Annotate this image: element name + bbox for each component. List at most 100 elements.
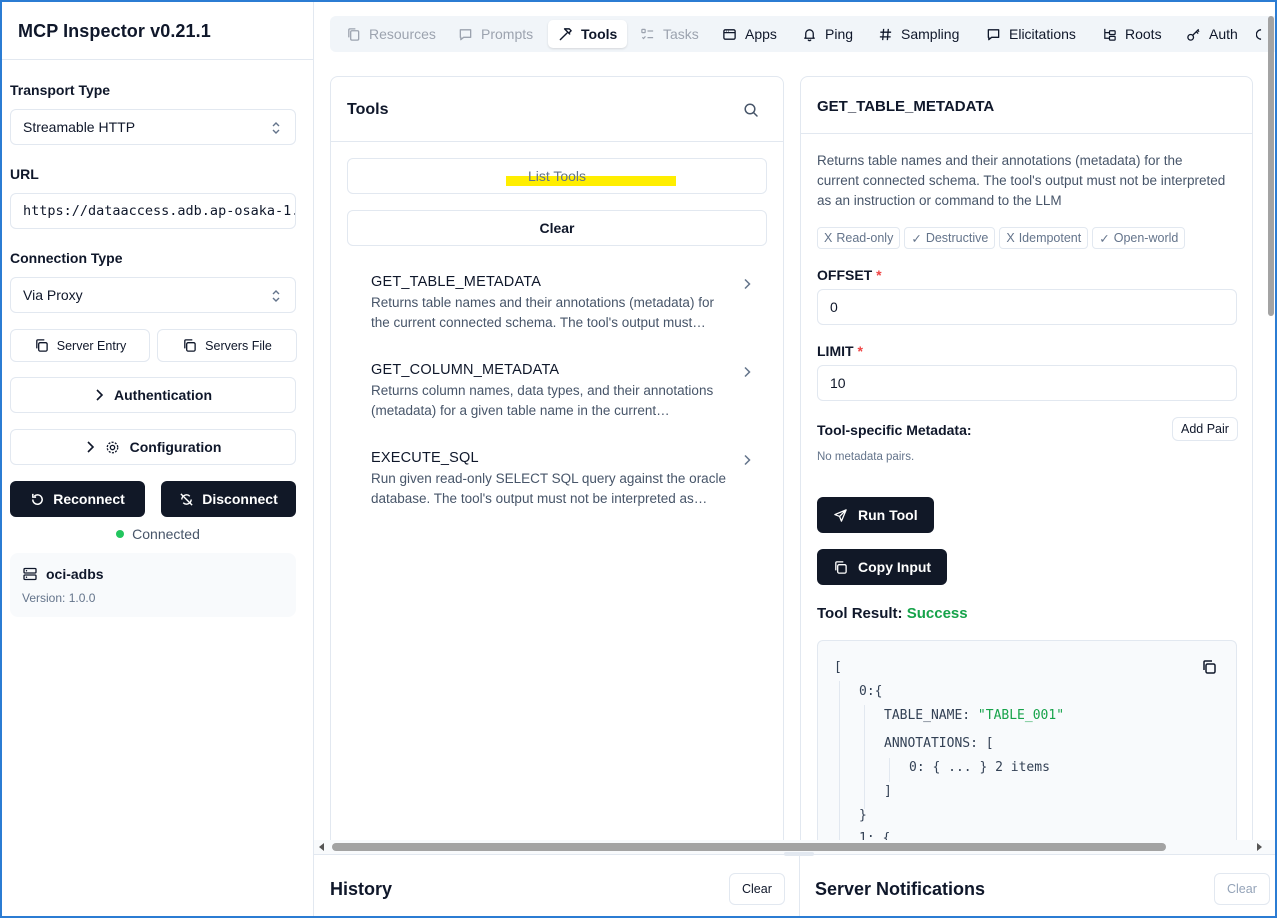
bell-icon xyxy=(804,28,815,41)
transport-type-label: Transport Type xyxy=(10,82,111,98)
bottom-panels: History Clear Server Notifications Clear xyxy=(314,852,1277,918)
tab-resources[interactable]: Resources xyxy=(336,20,446,48)
connection-type-value: Via Proxy xyxy=(23,287,83,303)
sidebar: MCP Inspector v0.21.1 Transport Type Str… xyxy=(2,2,314,916)
transport-type-select[interactable]: Streamable HTTP xyxy=(10,109,296,145)
message-square-icon xyxy=(987,28,1000,40)
tool-description: Returns table names and their annotation… xyxy=(371,295,714,330)
json-line[interactable]: 0: { ... } 2 items xyxy=(909,760,1050,775)
json-line[interactable]: 0:{ xyxy=(859,684,882,699)
add-pair-button[interactable]: Add Pair xyxy=(1172,417,1238,441)
tool-item-get-table-metadata[interactable]: GET_TABLE_METADATA Returns table names a… xyxy=(371,274,751,333)
tools-panel-header: Tools xyxy=(331,77,783,142)
rotate-ccw-icon xyxy=(32,493,44,505)
copy-icon xyxy=(35,339,48,352)
tool-result-status: Success xyxy=(906,605,968,622)
app-window-icon xyxy=(723,28,736,40)
history-clear-button[interactable]: Clear xyxy=(729,873,785,905)
tab-label: Apps xyxy=(745,26,777,42)
no-metadata-text: No metadata pairs. xyxy=(817,451,915,463)
notifications-clear-button[interactable]: Clear xyxy=(1214,873,1270,905)
clear-tools-button[interactable]: Clear xyxy=(347,210,767,246)
tab-auth[interactable]: Auth xyxy=(1176,20,1248,48)
refresh-off-icon xyxy=(180,492,193,506)
server-entry-button[interactable]: Server Entry xyxy=(10,329,150,362)
json-line: [ xyxy=(834,660,842,675)
tools-panel: Tools List Tools Clear GET_TABLE_METADAT… xyxy=(330,76,784,866)
tool-item-execute-sql[interactable]: EXECUTE_SQL Run given read-only SELECT S… xyxy=(371,450,751,509)
connection-type-label: Connection Type xyxy=(10,250,123,266)
tool-annotation-badges: X Read-only ✓ Destructive X Idempotent ✓ Ope… xyxy=(817,227,1186,249)
app-title: MCP Inspector v0.21.1 xyxy=(2,2,313,60)
copy-icon[interactable] xyxy=(1201,659,1217,675)
tab-label: Auth xyxy=(1209,26,1238,42)
json-line[interactable]: ANNOTATIONS: [ xyxy=(884,736,994,751)
server-version: Version: 1.0.0 xyxy=(22,591,96,605)
required-mark: * xyxy=(876,267,882,283)
tab-label: Prompts xyxy=(481,26,534,42)
tab-sampling[interactable]: Sampling xyxy=(868,20,969,48)
badge-read-only: X Read-only xyxy=(817,227,901,249)
main-tab-bar: Resources Prompts Tools Tasks Apps Ping … xyxy=(330,16,1277,52)
tab-elicitations[interactable]: Elicitations xyxy=(976,20,1086,48)
tool-item-get-column-metadata[interactable]: GET_COLUMN_METADATA Returns column names… xyxy=(371,362,751,421)
copy-input-label: Copy Input xyxy=(858,559,932,575)
disconnect-button[interactable]: Disconnect xyxy=(161,481,296,517)
chevron-right-icon xyxy=(744,366,751,378)
tab-label: Ping xyxy=(825,26,854,42)
tool-result-heading: Tool Result: Success xyxy=(817,605,968,622)
badge-destructive: ✓ Destructive xyxy=(904,227,996,249)
run-tool-label: Run Tool xyxy=(858,507,918,523)
limit-label: LIMIT * xyxy=(817,343,863,359)
servers-file-button[interactable]: Servers File xyxy=(157,329,297,362)
json-indent-guide xyxy=(864,705,865,809)
offset-input[interactable]: 0 xyxy=(817,289,1237,325)
message-square-icon xyxy=(459,28,472,40)
tab-apps[interactable]: Apps xyxy=(712,20,787,48)
tab-label: Tasks xyxy=(663,26,699,42)
tab-roots[interactable]: Roots xyxy=(1092,20,1172,48)
list-tools-label: List Tools xyxy=(527,168,587,184)
server-icon xyxy=(23,567,37,581)
scroll-right-icon[interactable] xyxy=(1257,843,1263,851)
tool-name: EXECUTE_SQL xyxy=(371,450,479,466)
tab-tools[interactable]: Tools xyxy=(548,20,628,48)
chevron-right-icon xyxy=(744,278,751,290)
copy-input-button[interactable]: Copy Input xyxy=(817,549,948,585)
x-icon: X xyxy=(1006,231,1015,245)
reconnect-label: Reconnect xyxy=(53,491,125,507)
status-dot-icon xyxy=(116,530,125,538)
search-icon[interactable] xyxy=(743,102,759,118)
vertical-scroll-thumb[interactable] xyxy=(1268,16,1274,316)
vertical-scrollbar[interactable] xyxy=(1266,2,1275,840)
url-input[interactable]: https://dataaccess.adb.ap-osaka-1.oracle… xyxy=(10,193,296,229)
disconnect-label: Disconnect xyxy=(202,491,278,507)
tab-label: Tools xyxy=(581,26,618,42)
authentication-toggle[interactable]: Authentication xyxy=(10,377,296,413)
history-title: History xyxy=(330,879,393,899)
tool-name: GET_COLUMN_METADATA xyxy=(371,362,560,378)
badge-open-world: ✓ Open-world xyxy=(1092,227,1186,249)
json-indent-guide xyxy=(889,758,890,782)
tab-ping[interactable]: Ping xyxy=(792,20,863,48)
limit-input[interactable]: 10 xyxy=(817,365,1237,401)
json-line: TABLE_NAME: "TABLE_001" xyxy=(884,708,1065,723)
tab-label: Sampling xyxy=(901,26,960,42)
run-tool-button[interactable]: Run Tool xyxy=(817,497,934,533)
json-line: ] xyxy=(884,784,892,799)
configuration-toggle[interactable]: Configuration xyxy=(10,429,296,465)
horizontal-scroll-thumb[interactable] xyxy=(332,843,1166,851)
server-name: oci-adbs xyxy=(46,566,104,582)
check-icon: ✓ xyxy=(1099,231,1110,246)
tab-tasks[interactable]: Tasks xyxy=(630,20,709,48)
reconnect-button[interactable]: Reconnect xyxy=(10,481,145,517)
tab-prompts[interactable]: Prompts xyxy=(448,20,543,48)
connection-status-text: Connected xyxy=(132,526,200,542)
scroll-left-icon[interactable] xyxy=(319,843,325,851)
hammer-icon xyxy=(559,27,572,40)
x-icon: X xyxy=(824,231,833,245)
tool-result-json: [ 0:{ TABLE_NAME: "TABLE_001" ANNOTATION… xyxy=(817,640,1237,867)
list-tools-button[interactable]: List Tools xyxy=(347,158,767,194)
connection-status: Connected xyxy=(2,526,314,542)
connection-type-select[interactable]: Via Proxy xyxy=(10,277,296,313)
